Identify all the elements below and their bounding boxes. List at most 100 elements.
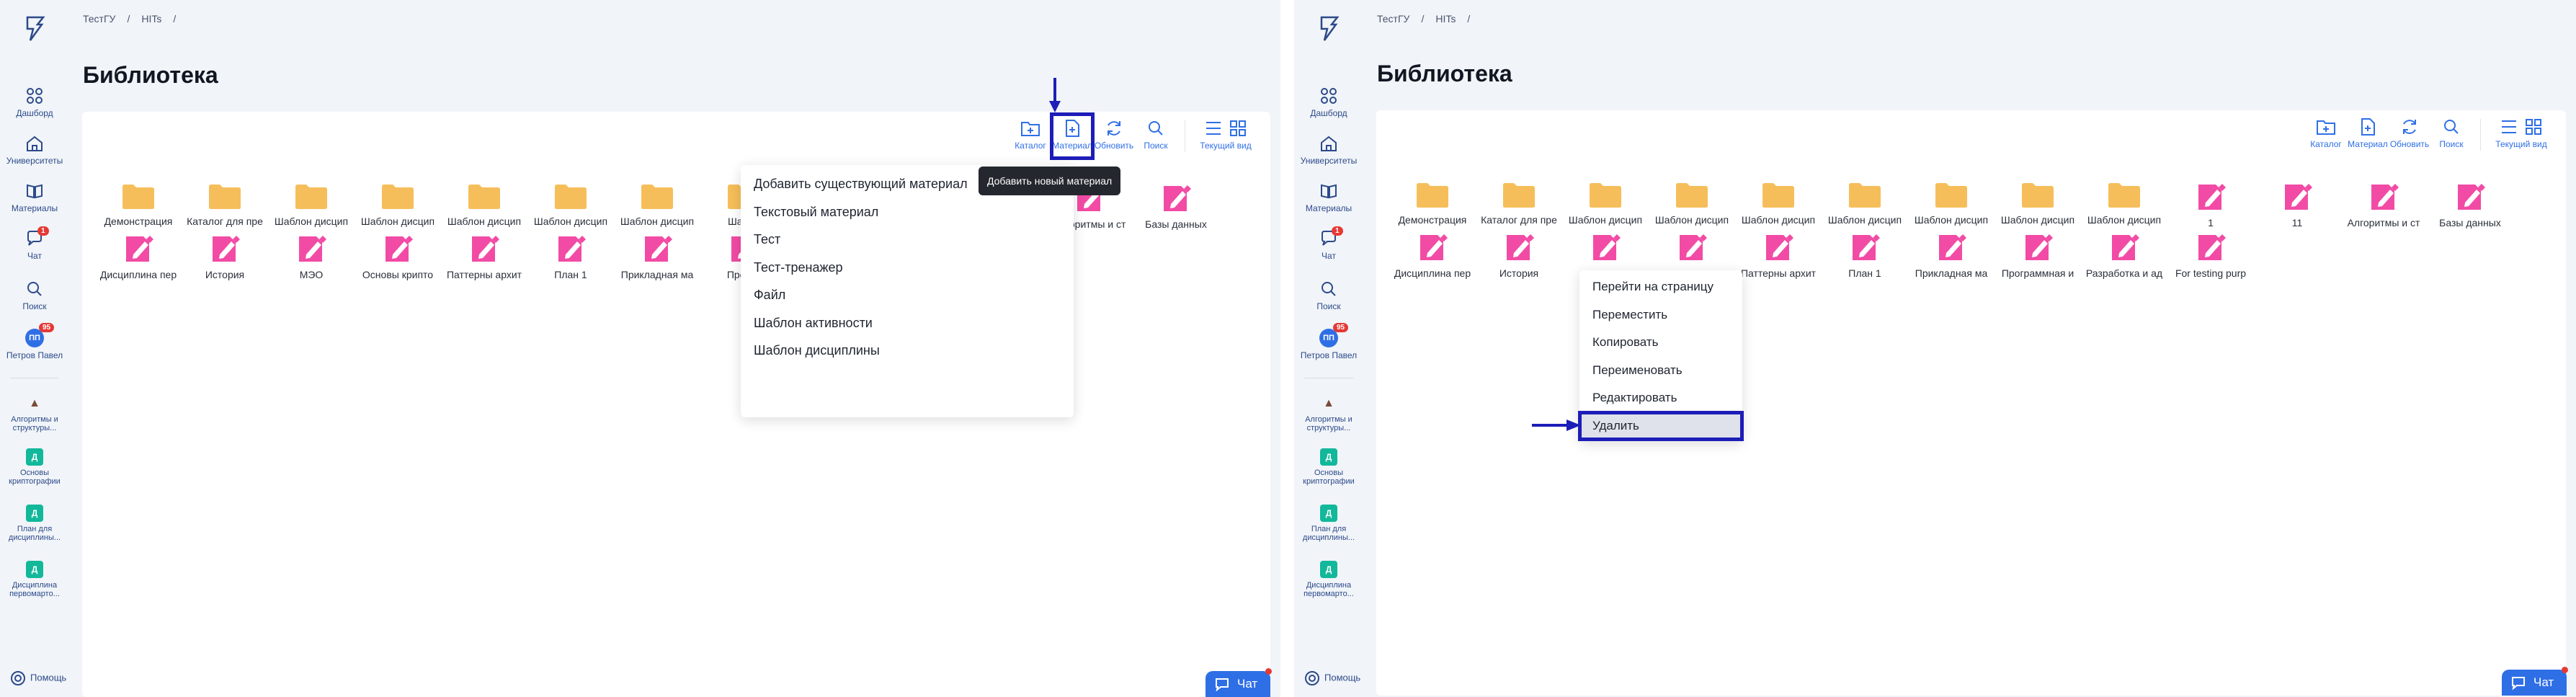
search-button[interactable]: Поиск	[1136, 115, 1176, 158]
help-link[interactable]: Помощь	[10, 670, 66, 686]
context-menu-item[interactable]: Копировать	[1579, 329, 1742, 357]
sidebar-course-algorithms[interactable]: ▲ Алгоритмы и структуры...	[1294, 395, 1363, 432]
sidebar-item-universities[interactable]: Университеты	[0, 134, 69, 166]
sidebar-item-search[interactable]: Поиск	[1294, 280, 1363, 311]
folder-item[interactable]: Шаблон дисцип	[1562, 182, 1649, 226]
material-item[interactable]	[1649, 233, 1735, 267]
dropdown-item[interactable]: Текстовый материал	[741, 198, 1074, 226]
context-menu-item[interactable]: Переместить	[1579, 301, 1742, 329]
catalog-button[interactable]: Каталог	[1010, 115, 1051, 158]
search-icon	[1322, 282, 1336, 296]
breadcrumb-item[interactable]: ТестГУ	[83, 13, 115, 25]
folder-item[interactable]: Шаблон дисцип	[527, 184, 614, 227]
material-item[interactable]: Паттерны архит	[441, 234, 527, 280]
folder-icon	[209, 185, 241, 209]
folder-item[interactable]: Шаблон дисцип	[2081, 182, 2167, 226]
material-item[interactable]: 1	[2167, 182, 2254, 228]
breadcrumb-item[interactable]: ТестГУ	[1377, 13, 1409, 25]
folder-item[interactable]: Шаблон дисцип	[1649, 182, 1735, 226]
sidebar-item-chat[interactable]: 1 Чат	[0, 226, 69, 261]
sidebar-item-search[interactable]: Поиск	[0, 280, 69, 311]
folder-item[interactable]: Демонстрация	[95, 184, 182, 227]
sidebar-item-dashboard[interactable]: Дашборд	[0, 86, 69, 118]
refresh-icon	[2403, 120, 2416, 134]
material-item[interactable]: Паттерны архит	[1735, 233, 1822, 279]
context-menu-item[interactable]: Переименовать	[1579, 357, 1742, 385]
refresh-button[interactable]: Обновить	[2389, 113, 2430, 156]
sidebar-item-label: Чат	[27, 251, 42, 261]
material-button[interactable]: Материал	[1050, 112, 1095, 160]
context-menu: Перейти на страницу Переместить Копировать…	[1578, 270, 1744, 441]
breadcrumb-item[interactable]: HITs	[141, 13, 161, 25]
material-item[interactable]: Базы данных	[1133, 184, 1219, 230]
material-item[interactable]: История	[182, 234, 268, 280]
material-button[interactable]: Материал	[2348, 113, 2388, 156]
material-item[interactable]: Основы крипто	[355, 234, 441, 280]
sidebar-course-crypto[interactable]: Д Основы криптографии	[0, 448, 69, 486]
folder-item[interactable]: Шаблон дисцип	[441, 184, 527, 227]
help-link[interactable]: Помощь	[1304, 670, 1360, 686]
folder-item[interactable]: Каталог для пре	[1476, 182, 1562, 226]
folder-item[interactable]: Шаблон дисцип	[1995, 182, 2081, 226]
sidebar-item-dashboard[interactable]: Дашборд	[1294, 86, 1363, 118]
sidebar-item-profile[interactable]: ПП 95 Петров Павел	[1294, 323, 1363, 360]
breadcrumb-item[interactable]: HITs	[1435, 13, 1456, 25]
folder-item[interactable]: Шаблон дисцип	[355, 184, 441, 227]
course-icon: Д	[26, 448, 43, 466]
breadcrumb-separator: /	[1467, 13, 1471, 25]
folder-item[interactable]: Шаблон дисцип	[268, 184, 355, 227]
app-logo-icon[interactable]	[1316, 14, 1342, 43]
folder-item[interactable]: Шаблон дисцип	[1908, 182, 1995, 226]
material-item[interactable]: Прикладная ма	[1908, 233, 1995, 279]
sidebar-item-materials[interactable]: Материалы	[0, 182, 69, 213]
sidebar-item-universities[interactable]: Университеты	[1294, 134, 1363, 166]
sidebar-course-discipline[interactable]: Д Дисциплина первомарто...	[1294, 561, 1363, 598]
dropdown-item[interactable]: Тест	[741, 226, 1074, 254]
dropdown-item[interactable]: Шаблон активности	[741, 309, 1074, 337]
sidebar-course-crypto[interactable]: Д Основы криптографии	[1294, 448, 1363, 486]
material-item[interactable]: План 1	[527, 234, 614, 280]
material-item[interactable]: История	[1476, 233, 1562, 279]
context-menu-item[interactable]: Перейти на страницу	[1579, 273, 1742, 301]
material-item[interactable]: Базы данных	[2427, 182, 2513, 228]
delete-menu-item[interactable]: Удалить	[1578, 410, 1744, 441]
view-button[interactable]: Текущий вид	[2490, 113, 2553, 156]
sidebar-course-discipline[interactable]: Д Дисциплина первомарто...	[0, 561, 69, 598]
material-item[interactable]: Программная и	[1995, 233, 2081, 279]
item-label: Шаблон дисцип	[1654, 214, 1729, 226]
chat-button[interactable]: Чат	[2502, 667, 2568, 696]
sidebar-course-plan[interactable]: Д План для дисциплины...	[1294, 505, 1363, 542]
sidebar-course-algorithms[interactable]: ▲ Алгоритмы и структуры...	[0, 395, 69, 432]
material-item[interactable]: Дисциплина пер	[95, 234, 182, 280]
folder-item[interactable]: Каталог для пре	[182, 184, 268, 227]
view-button[interactable]: Текущий вид	[1194, 115, 1257, 158]
material-item[interactable]: Прикладная ма	[614, 234, 700, 280]
dropdown-item[interactable]: Файл	[741, 281, 1074, 309]
refresh-button[interactable]: Обновить	[1094, 115, 1134, 158]
search-button[interactable]: Поиск	[2431, 113, 2472, 156]
context-menu-item[interactable]: Редактировать	[1579, 384, 1742, 412]
material-item[interactable]	[1562, 233, 1649, 267]
folder-item[interactable]: Шаблон дисцип	[1735, 182, 1822, 226]
sidebar-item-profile[interactable]: ПП 95 Петров Павел	[0, 323, 69, 360]
material-item[interactable]: МЭО	[268, 234, 355, 280]
material-item[interactable]: Алгоритмы и ст	[2340, 182, 2427, 228]
material-item[interactable]: Дисциплина пер	[1389, 233, 1476, 279]
material-item[interactable]: For testing purp	[2167, 233, 2254, 279]
sidebar-course-plan[interactable]: Д План для дисциплины...	[0, 505, 69, 542]
material-item[interactable]: Разработка и ад	[2081, 233, 2167, 279]
dropdown-item[interactable]: Шаблон дисциплины	[741, 337, 1074, 365]
sidebar-item-chat[interactable]: 1 Чат	[1294, 226, 1363, 261]
material-item[interactable]: 11	[2254, 182, 2340, 228]
dropdown-item[interactable]: Тест-тренажер	[741, 254, 1074, 282]
folder-item[interactable]: Демонстрация	[1389, 182, 1476, 226]
item-label: Шаблон дисцип	[620, 216, 695, 227]
chat-button[interactable]: Чат	[1205, 668, 1272, 697]
folder-item[interactable]: Шаблон дисцип	[1822, 182, 1908, 226]
sidebar-item-label: План для дисциплины...	[1302, 525, 1355, 542]
material-item[interactable]: План 1	[1822, 233, 1908, 279]
catalog-button[interactable]: Каталог	[2306, 113, 2346, 156]
folder-item[interactable]: Шаблон дисцип	[614, 184, 700, 227]
sidebar-item-materials[interactable]: Материалы	[1294, 182, 1363, 213]
app-logo-icon[interactable]	[22, 14, 48, 43]
